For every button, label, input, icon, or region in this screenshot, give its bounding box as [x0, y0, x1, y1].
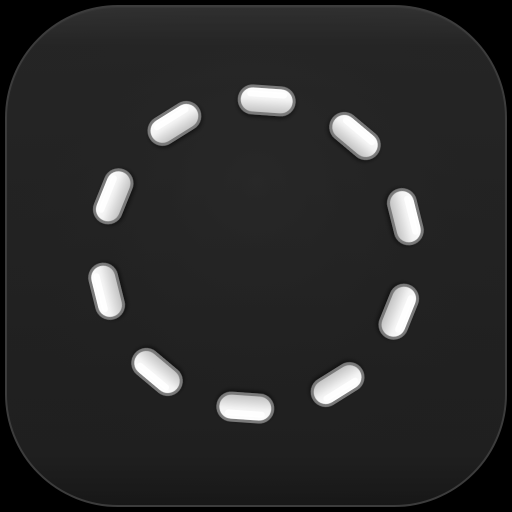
dash-segment: [216, 391, 275, 424]
icon-tile-sheen: [8, 8, 504, 504]
app-icon[interactable]: [0, 0, 512, 512]
dash-segment: [237, 84, 296, 117]
icon-stage: [0, 0, 512, 512]
